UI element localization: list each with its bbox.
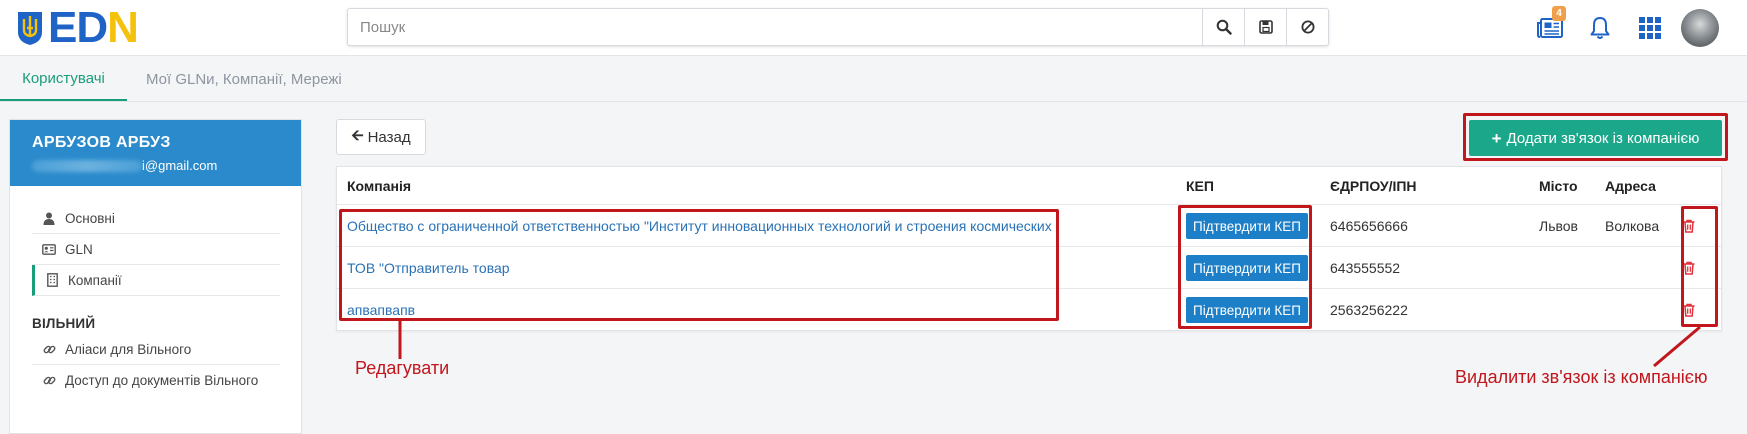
user-name: АРБУЗОВ АРБУЗ — [32, 134, 171, 151]
section-title-vilnyi: ВІЛЬНИЙ — [32, 316, 96, 331]
bell-icon — [1590, 17, 1610, 39]
logo-text: EDN — [48, 3, 139, 52]
header-city: Місто — [1539, 178, 1578, 194]
edrpou-cell: 2563256222 — [1330, 302, 1408, 318]
sidebar-menu: Основні GLN Компанії — [32, 203, 280, 296]
confirm-kep-button[interactable]: Підтвердити КЕП — [1186, 213, 1308, 239]
plus-icon: + — [1491, 128, 1502, 148]
confirm-kep-button[interactable]: Підтвердити КЕП — [1186, 297, 1308, 323]
avatar[interactable] — [1681, 9, 1719, 47]
kep-cell: Підтвердити КЕП — [1186, 247, 1308, 289]
edin-logo[interactable]: EDN — [16, 3, 139, 52]
search-button[interactable] — [1202, 9, 1244, 45]
sidebar-item-main[interactable]: Основні — [32, 203, 280, 234]
header-kep: КЕП — [1186, 178, 1214, 194]
company-link[interactable]: Общество с ограниченной ответственностью… — [347, 205, 1052, 247]
tab-bar: Користувачі Мої GLNи, Компанії, Мережі — [0, 57, 1747, 102]
tab-my-glns[interactable]: Мої GLNи, Компанії, Мережі — [146, 57, 342, 101]
email-redacted — [32, 159, 142, 172]
arrow-left-icon: 🡨 — [351, 126, 364, 144]
add-company-link-button[interactable]: + Додати зв'язок із компанією — [1469, 120, 1722, 156]
clear-search-button[interactable] — [1286, 9, 1328, 45]
delete-cell — [1681, 289, 1697, 331]
company-link[interactable]: апвапвапв — [347, 289, 415, 331]
address-cell: Волкова — [1605, 218, 1660, 234]
delete-cell — [1681, 247, 1697, 289]
sidebar-item-doc-access[interactable]: Доступ до документів Вільного — [32, 365, 280, 396]
save-search-button[interactable] — [1244, 9, 1286, 45]
apps-button[interactable] — [1625, 8, 1675, 48]
sidebar-item-companies[interactable]: Компанії — [32, 265, 280, 296]
sidebar-item-aliases[interactable]: Аліаси для Вільного — [32, 334, 280, 365]
header-company: Компанія — [347, 178, 412, 194]
save-icon — [1258, 20, 1273, 34]
header-edrpou: ЄДРПОУ/ІПН — [1330, 178, 1417, 194]
user-icon — [42, 211, 56, 225]
trident-flag-icon — [18, 12, 42, 45]
building-icon — [45, 273, 59, 287]
city-cell: Львов — [1539, 218, 1578, 234]
id-card-icon — [42, 242, 56, 256]
companies-table: Компанія КЕП ЄДРПОУ/ІПН Місто Адреса Общ… — [336, 166, 1722, 331]
top-icons: 4 — [1525, 6, 1719, 48]
sidebar-item-gln[interactable]: GLN — [32, 234, 280, 265]
header-address: Адреса — [1605, 178, 1656, 194]
search-icon — [1216, 19, 1232, 35]
add-button-label: Додати зв'язок із компанією — [1506, 129, 1700, 147]
user-card: АРБУЗОВ АРБУЗ i@gmail.com — [10, 120, 301, 186]
annotation-edit: Редагувати — [355, 358, 450, 378]
sidebar-item-label: Основні — [65, 210, 115, 226]
ban-icon — [1301, 20, 1314, 34]
edrpou-cell: 6465656666 — [1330, 218, 1408, 234]
edrpou-cell: 643555552 — [1330, 260, 1401, 276]
trash-icon[interactable] — [1681, 302, 1697, 318]
company-link[interactable]: ТОВ "Отправитель товар — [347, 247, 510, 289]
grid-icon — [1639, 17, 1661, 39]
sidebar-item-label: GLN — [65, 241, 93, 257]
user-email: i@gmail.com — [32, 158, 279, 173]
search-input[interactable] — [348, 9, 1202, 45]
top-bar: EDN 4 — [0, 0, 1747, 56]
kep-cell: Підтвердити КЕП — [1186, 205, 1308, 247]
trash-icon[interactable] — [1681, 260, 1697, 276]
sidebar-item-label: Аліаси для Вільного — [65, 341, 192, 357]
table-row: ТОВ "Отправитель товар Підтвердити КЕП 6… — [337, 246, 1721, 288]
delete-cell — [1681, 205, 1697, 247]
sidebar: АРБУЗОВ АРБУЗ i@gmail.com Основні GLN Ко… — [9, 119, 302, 434]
sidebar-item-label: Компанії — [68, 272, 122, 288]
sidebar-item-label: Доступ до документів Вільного — [65, 373, 259, 388]
link-icon — [42, 374, 56, 388]
news-badge: 4 — [1552, 6, 1566, 21]
kep-cell: Підтвердити КЕП — [1186, 289, 1308, 331]
back-button-label: Назад — [367, 128, 411, 146]
table-row: Общество с ограниченной ответственностью… — [337, 204, 1721, 246]
news-button[interactable]: 4 — [1525, 6, 1575, 48]
tab-users[interactable]: Користувачі — [0, 57, 127, 101]
table-row: апвапвапв Підтвердити КЕП 2563256222 — [337, 288, 1721, 330]
user-email-suffix: i@gmail.com — [142, 158, 218, 173]
confirm-kep-button[interactable]: Підтвердити КЕП — [1186, 255, 1308, 281]
sidebar-submenu: Аліаси для Вільного Доступ до документів… — [32, 334, 280, 396]
search-bar — [347, 8, 1329, 46]
notifications-button[interactable] — [1575, 8, 1625, 48]
back-button[interactable]: 🡨 Назад — [336, 119, 426, 155]
annotation-delete: Видалити зв'язок із компанією — [1455, 367, 1708, 387]
trash-icon[interactable] — [1681, 218, 1697, 234]
link-icon — [42, 342, 56, 356]
